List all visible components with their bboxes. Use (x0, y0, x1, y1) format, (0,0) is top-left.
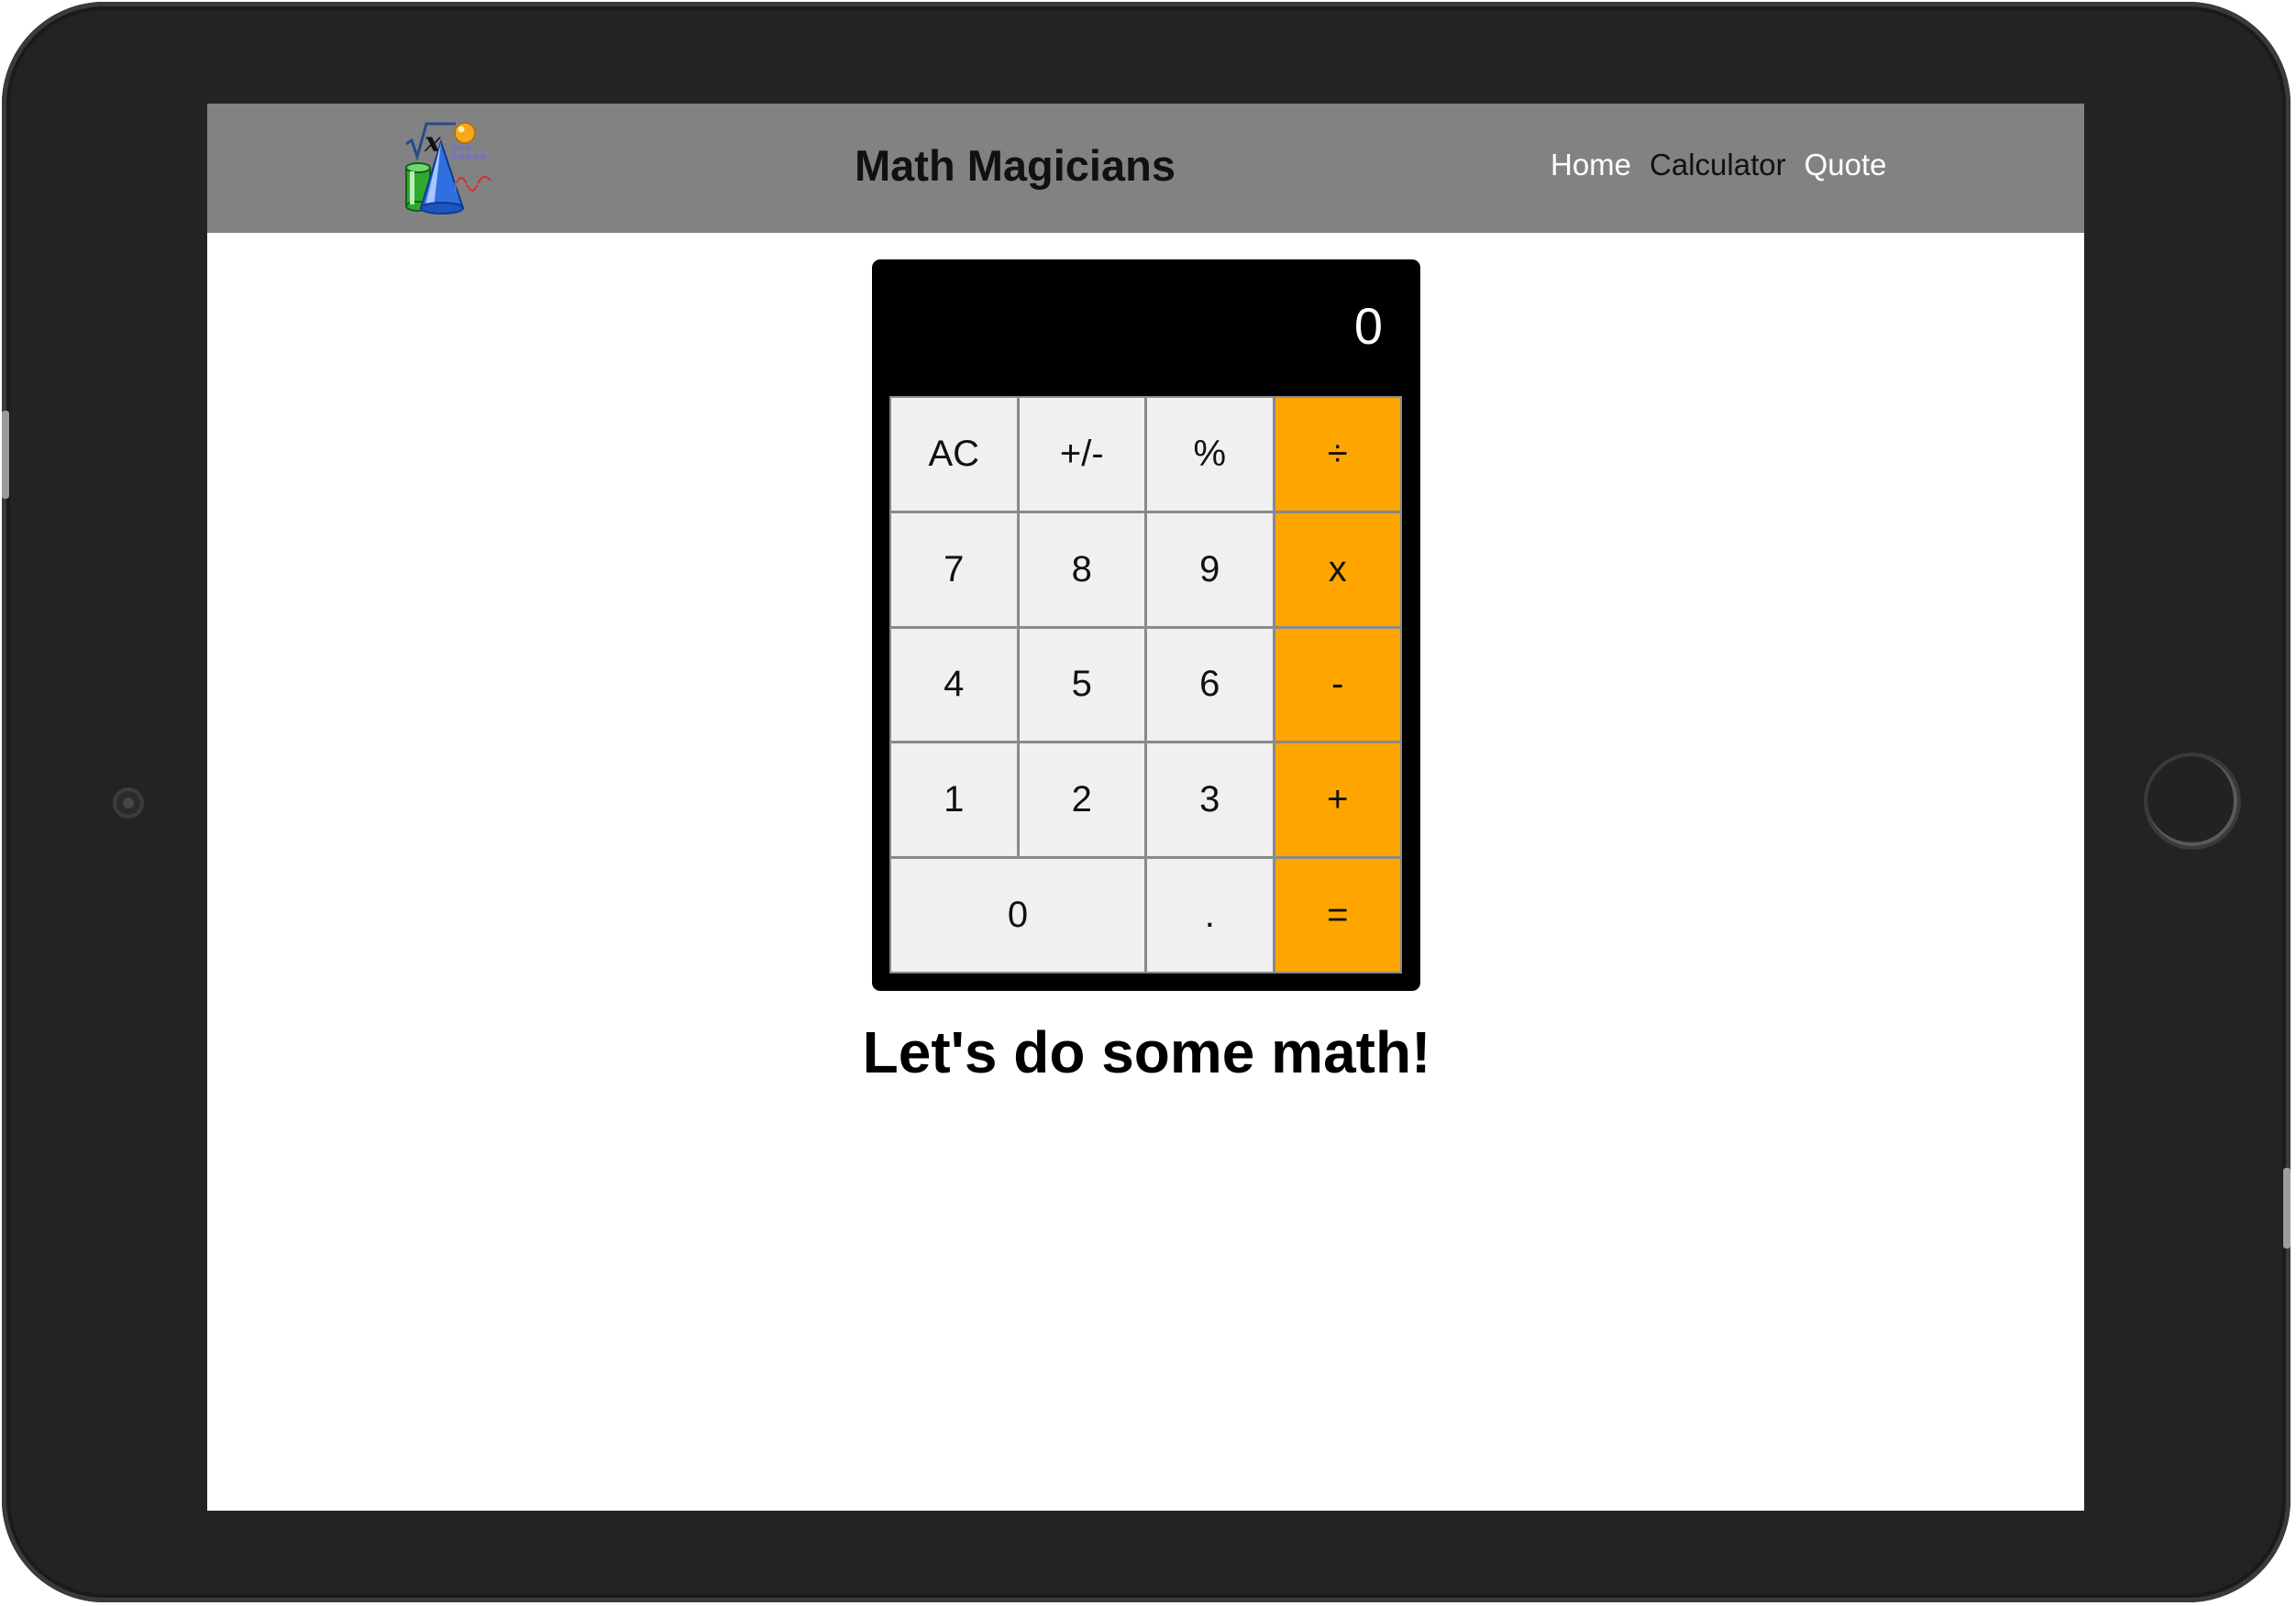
key-add[interactable]: + (1275, 743, 1400, 857)
key-9[interactable]: 9 (1147, 512, 1273, 626)
calculator: 0 AC +/- % ÷ 7 8 9 x 4 5 6 - 1 2 3 + 0 . (872, 259, 1420, 991)
math-logo-icon[interactable]: x (403, 120, 494, 215)
screen: x Math Magicians Home Calculator Quote 0… (207, 104, 2084, 1511)
key-equals[interactable]: = (1275, 859, 1400, 972)
home-button[interactable] (2144, 753, 2241, 850)
key-0[interactable]: 0 (891, 859, 1144, 972)
tagline-text: Let's do some math! (862, 1019, 1431, 1085)
key-percent[interactable]: % (1147, 398, 1273, 511)
site-title: Math Magicians (855, 141, 1176, 190)
nav-link-home[interactable]: Home (1551, 148, 1631, 182)
camera-icon (113, 787, 144, 819)
key-3[interactable]: 3 (1147, 743, 1273, 857)
key-2[interactable]: 2 (1019, 743, 1144, 857)
key-subtract[interactable]: - (1275, 628, 1400, 742)
key-5[interactable]: 5 (1019, 628, 1144, 742)
key-divide[interactable]: ÷ (1275, 398, 1400, 511)
keypad: AC +/- % ÷ 7 8 9 x 4 5 6 - 1 2 3 + 0 . = (889, 396, 1402, 974)
nav-link-calculator[interactable]: Calculator (1650, 148, 1786, 182)
key-8[interactable]: 8 (1019, 512, 1144, 626)
page-tagline: Let's do some math! (207, 1018, 2084, 1086)
key-7[interactable]: 7 (891, 512, 1017, 626)
key-4[interactable]: 4 (891, 628, 1017, 742)
key-1[interactable]: 1 (891, 743, 1017, 857)
volume-button (2, 411, 9, 499)
key-decimal[interactable]: . (1147, 859, 1273, 972)
nav-link-quote[interactable]: Quote (1805, 148, 1887, 182)
power-button (2283, 1168, 2290, 1248)
key-6[interactable]: 6 (1147, 628, 1273, 742)
key-multiply[interactable]: x (1275, 512, 1400, 626)
navbar: x Math Magicians Home Calculator Quote (207, 104, 2084, 233)
key-clear[interactable]: AC (891, 398, 1017, 511)
tablet-frame: x Math Magicians Home Calculator Quote 0… (2, 2, 2290, 1602)
nav-links: Home Calculator Quote (1551, 148, 1887, 182)
calculator-display: 0 (1353, 297, 1383, 355)
key-toggle-sign[interactable]: +/- (1019, 398, 1144, 511)
